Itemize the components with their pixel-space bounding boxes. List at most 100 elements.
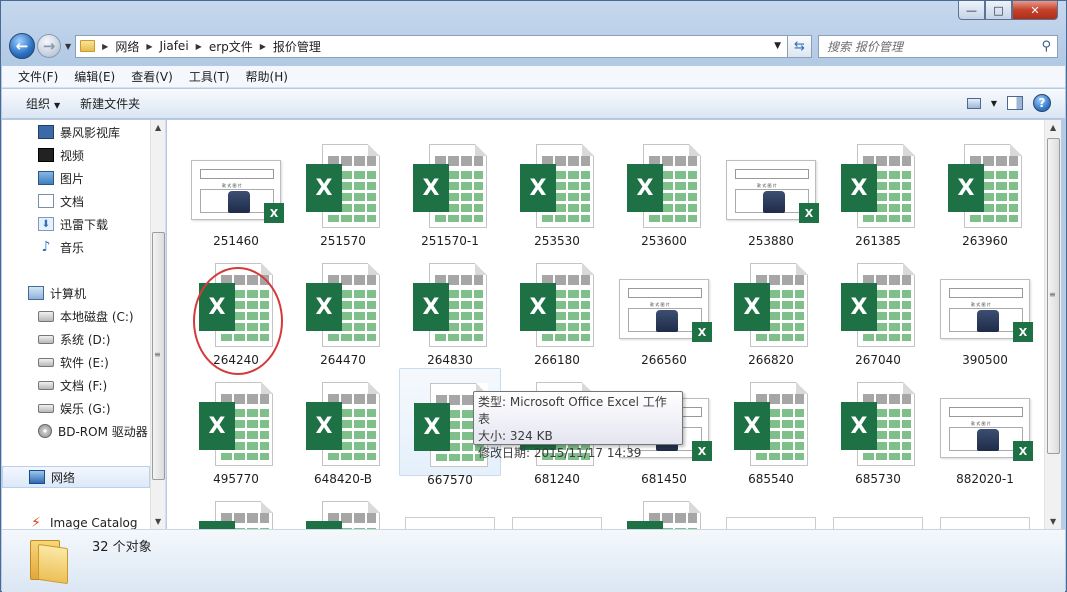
preview-pane-icon[interactable] — [1007, 96, 1023, 110]
file-item[interactable]: X 251570-1 — [399, 130, 501, 248]
scroll-up-icon[interactable]: ▲ — [1050, 123, 1056, 132]
nav-item-videos[interactable]: 视频 — [38, 144, 84, 166]
back-button[interactable]: ← — [9, 33, 35, 59]
file-item[interactable]: X 251570 — [292, 130, 394, 248]
nav-scrollbar[interactable]: ▲ ≡ ▼ — [150, 120, 165, 529]
content-scrollbar[interactable]: ▲ ≡ ▼ — [1044, 120, 1061, 529]
nav-label: 暴风影视库 — [60, 125, 121, 140]
file-item[interactable]: X 266180 — [506, 249, 608, 367]
file-item-partial[interactable] — [399, 487, 501, 529]
nav-item-drive-f[interactable]: 文档 (F:) — [38, 374, 107, 396]
nav-item-xunlei-downloads[interactable]: ⬇ 迅雷下载 — [38, 213, 108, 235]
chevron-right-icon[interactable]: ▶ — [260, 42, 266, 51]
chevron-right-icon[interactable]: ▶ — [146, 42, 152, 51]
file-item[interactable]: X 253600 — [613, 130, 715, 248]
nav-label: 文档 (F:) — [60, 378, 108, 393]
breadcrumb-quote-management[interactable]: 报价管理 — [273, 38, 321, 55]
menu-help[interactable]: 帮助(H) — [238, 68, 296, 85]
drive-icon — [38, 380, 54, 390]
chevron-right-icon[interactable]: ▶ — [102, 42, 108, 51]
drive-icon — [38, 334, 54, 344]
address-dropdown-icon[interactable]: ▼ — [774, 41, 781, 51]
file-item[interactable]: X 253530 — [506, 130, 608, 248]
garment-image — [763, 191, 785, 213]
file-item[interactable]: X 267040 — [827, 249, 929, 367]
file-name: 882020-1 — [956, 472, 1014, 486]
close-button[interactable]: ✕ — [1012, 1, 1058, 20]
excel-logo: X — [948, 164, 984, 212]
menu-view[interactable]: 查看(V) — [123, 68, 181, 85]
nav-item-drive-e[interactable]: 软件 (E:) — [38, 351, 109, 373]
spreadsheet-thumbnail: 款 式 图 片X — [619, 279, 712, 342]
menu-tools[interactable]: 工具(T) — [181, 68, 238, 85]
nav-item-drive-c[interactable]: 本地磁盘 (C:) — [38, 305, 134, 327]
change-view-icon[interactable] — [966, 97, 981, 109]
file-item[interactable]: 款 式 图 片 X 253880 — [720, 130, 822, 248]
file-item-partial[interactable] — [720, 487, 822, 529]
file-item[interactable]: X 266820 — [720, 249, 822, 367]
menu-edit[interactable]: 编辑(E) — [66, 68, 123, 85]
nav-item-pictures[interactable]: 图片 — [38, 167, 84, 189]
breadcrumb-jiafei[interactable]: Jiafei — [159, 39, 188, 53]
breadcrumb-network[interactable]: 网络 — [115, 38, 139, 55]
nav-item-documents[interactable]: 文档 — [38, 190, 84, 212]
new-folder-button[interactable]: 新建文件夹 — [70, 95, 150, 112]
folder-icon — [80, 40, 96, 52]
excel-file-icon: X — [413, 144, 487, 228]
excel-file-icon — [306, 501, 380, 529]
scroll-down-icon[interactable]: ▼ — [1050, 517, 1056, 526]
garment-image — [977, 429, 999, 451]
nav-item-drive-g[interactable]: 娱乐 (G:) — [38, 397, 111, 419]
scroll-down-icon[interactable]: ▼ — [155, 517, 161, 526]
file-item-partial[interactable] — [613, 487, 715, 529]
address-bar[interactable]: ▶ 网络 ▶ Jiafei ▶ erp文件 ▶ 报价管理 ▼ — [75, 34, 788, 58]
maximize-button[interactable]: □ — [985, 1, 1012, 20]
file-item[interactable]: 款 式 图 片 X 266560 — [613, 249, 715, 367]
nav-item-music[interactable]: ♪ 音乐 — [38, 236, 84, 258]
file-item[interactable]: X 263960 — [934, 130, 1036, 248]
file-item[interactable]: 款 式 图 片 X 390500 — [934, 249, 1036, 367]
organize-button[interactable]: 组织 ▼ — [16, 95, 70, 112]
forward-button[interactable]: → — [37, 34, 61, 58]
file-item[interactable]: 款 式 图 片 X 251460 — [185, 130, 287, 248]
excel-logo: X — [841, 402, 877, 450]
file-item-partial[interactable] — [506, 487, 608, 529]
chevron-right-icon[interactable]: ▶ — [196, 42, 202, 51]
file-item-partial[interactable] — [827, 487, 929, 529]
refresh-button[interactable]: ⇆ — [788, 34, 812, 58]
scroll-up-icon[interactable]: ▲ — [155, 123, 161, 132]
view-dropdown-icon[interactable]: ▼ — [991, 99, 997, 108]
file-item[interactable]: 款 式 图 片 X 882020-1 — [934, 368, 1036, 486]
file-item[interactable]: X 495770 — [185, 368, 287, 486]
file-name: 251570-1 — [421, 234, 479, 248]
file-item[interactable]: X 648420-B — [292, 368, 394, 486]
breadcrumb-erp[interactable]: erp文件 — [209, 38, 253, 55]
history-dropdown-icon[interactable]: ▼ — [65, 42, 71, 51]
file-item[interactable]: X 261385 — [827, 130, 929, 248]
minimize-button[interactable]: — — [958, 1, 985, 20]
file-item[interactable]: X 685540 — [720, 368, 822, 486]
file-item-partial[interactable] — [292, 487, 394, 529]
menu-file[interactable]: 文件(F) — [10, 68, 66, 85]
music-icon: ♪ — [41, 239, 51, 255]
excel-file-icon: X — [306, 144, 380, 228]
file-item-partial[interactable] — [185, 487, 287, 529]
nav-item-drive-d[interactable]: 系统 (D:) — [38, 328, 110, 350]
help-icon[interactable]: ? — [1033, 94, 1051, 112]
refresh-icon: ⇆ — [794, 38, 805, 54]
nav-item-bd-rom[interactable]: BD-ROM 驱动器 — [38, 420, 148, 442]
file-item[interactable]: X 264830 — [399, 249, 501, 367]
file-item[interactable]: X 685730 — [827, 368, 929, 486]
tooltip-type: 类型: Microsoft Office Excel 工作表 — [478, 395, 667, 426]
search-icon[interactable]: ⚲ — [1041, 39, 1051, 54]
network-icon — [29, 470, 45, 484]
drive-icon — [38, 403, 54, 413]
nav-item-computer[interactable]: 计算机 — [28, 282, 86, 304]
nav-item-storm-library[interactable]: 暴风影视库 — [38, 121, 120, 143]
file-item[interactable]: X 264470 — [292, 249, 394, 367]
file-item-partial[interactable] — [934, 487, 1036, 529]
file-name: 263960 — [962, 234, 1008, 248]
nav-item-network[interactable]: 网络 — [2, 466, 150, 488]
search-input[interactable]: 搜索 报价管理 ⚲ — [818, 34, 1058, 58]
nav-item-image-catalog[interactable]: ⚡ Image Catalog — [28, 512, 137, 529]
